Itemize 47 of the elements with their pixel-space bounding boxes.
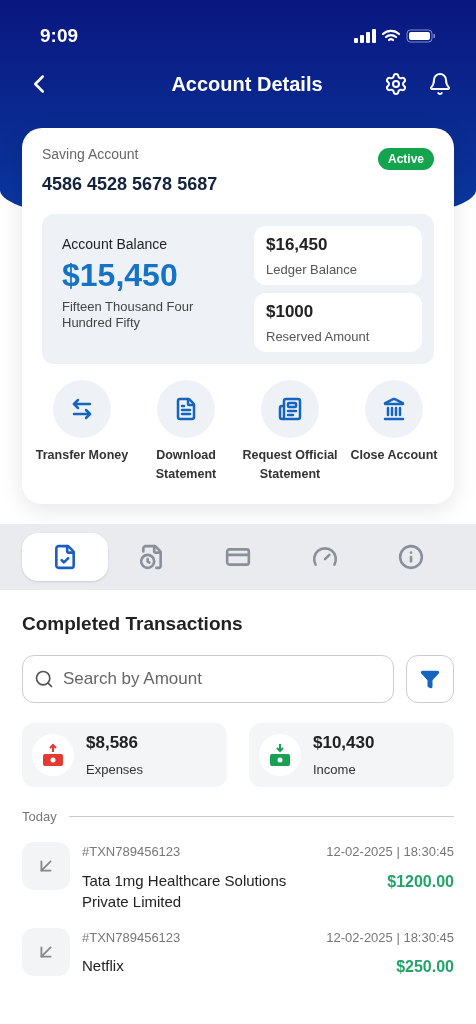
status-time: 9:09 bbox=[40, 23, 79, 48]
balance-in-words: Fifteen Thousand Four Hundred Fifty bbox=[62, 299, 195, 331]
transaction-name: Netflix bbox=[82, 956, 125, 976]
search-icon bbox=[34, 668, 54, 689]
bank-icon bbox=[382, 397, 406, 421]
filter-button[interactable] bbox=[406, 654, 454, 703]
transaction-datetime: 12-02-2025 | 18:30:45 bbox=[326, 928, 454, 947]
account-type: Saving Account bbox=[42, 145, 140, 164]
date-group-label: Today bbox=[22, 807, 57, 826]
summary-label: Expenses bbox=[86, 760, 144, 779]
action-button[interactable]: Transfer Money bbox=[30, 380, 134, 484]
summary-amount: $10,430 bbox=[313, 732, 375, 754]
settings-button[interactable] bbox=[384, 72, 408, 96]
signal-icon bbox=[354, 29, 376, 43]
filter-icon bbox=[420, 668, 440, 689]
summary-label: Income bbox=[313, 760, 357, 779]
search-field[interactable]: Search by Amount bbox=[22, 654, 394, 703]
battery-icon bbox=[406, 29, 436, 43]
tile-amount: $1000 bbox=[266, 301, 315, 323]
transaction-id: #TXN789456123 bbox=[82, 843, 181, 861]
tile-label: Ledger Balance bbox=[266, 260, 359, 279]
transaction-name: Tata 1mg Healthcare Solutions Private Limited bbox=[82, 870, 288, 912]
document-clock-icon bbox=[138, 544, 165, 570]
transaction-id: #TXN789456123 bbox=[82, 928, 181, 947]
transfer-arrows-icon bbox=[70, 397, 94, 421]
balance-amount: $15,450 bbox=[62, 256, 179, 295]
action-button[interactable]: Request Official Statement bbox=[238, 380, 342, 484]
page-title: Account Details bbox=[171, 72, 323, 97]
transaction-datetime: 12-02-2025 | 18:30:45 bbox=[326, 843, 454, 861]
tab[interactable] bbox=[22, 533, 108, 581]
action-button[interactable]: Download Statement bbox=[134, 380, 238, 484]
transaction-amount: $250.00 bbox=[396, 957, 454, 977]
summary-amount: $8,586 bbox=[86, 732, 139, 754]
tile-amount: $16,450 bbox=[266, 234, 329, 256]
action-button[interactable]: Close Account bbox=[342, 380, 446, 484]
document-check-icon bbox=[52, 544, 78, 570]
wifi-icon bbox=[382, 29, 400, 43]
account-number: 4586 4528 5678 5687 bbox=[42, 173, 218, 196]
section-title: Completed Transactions bbox=[22, 612, 244, 636]
newspaper-icon bbox=[278, 397, 302, 421]
document-icon bbox=[174, 397, 198, 421]
transaction-amount: $1200.00 bbox=[387, 871, 454, 892]
balance-label: Account Balance bbox=[62, 235, 169, 254]
info-icon bbox=[398, 544, 424, 570]
status-badge: Active bbox=[377, 148, 434, 170]
tile-label: Reserved Amount bbox=[266, 327, 371, 346]
notifications-button[interactable] bbox=[428, 72, 452, 96]
